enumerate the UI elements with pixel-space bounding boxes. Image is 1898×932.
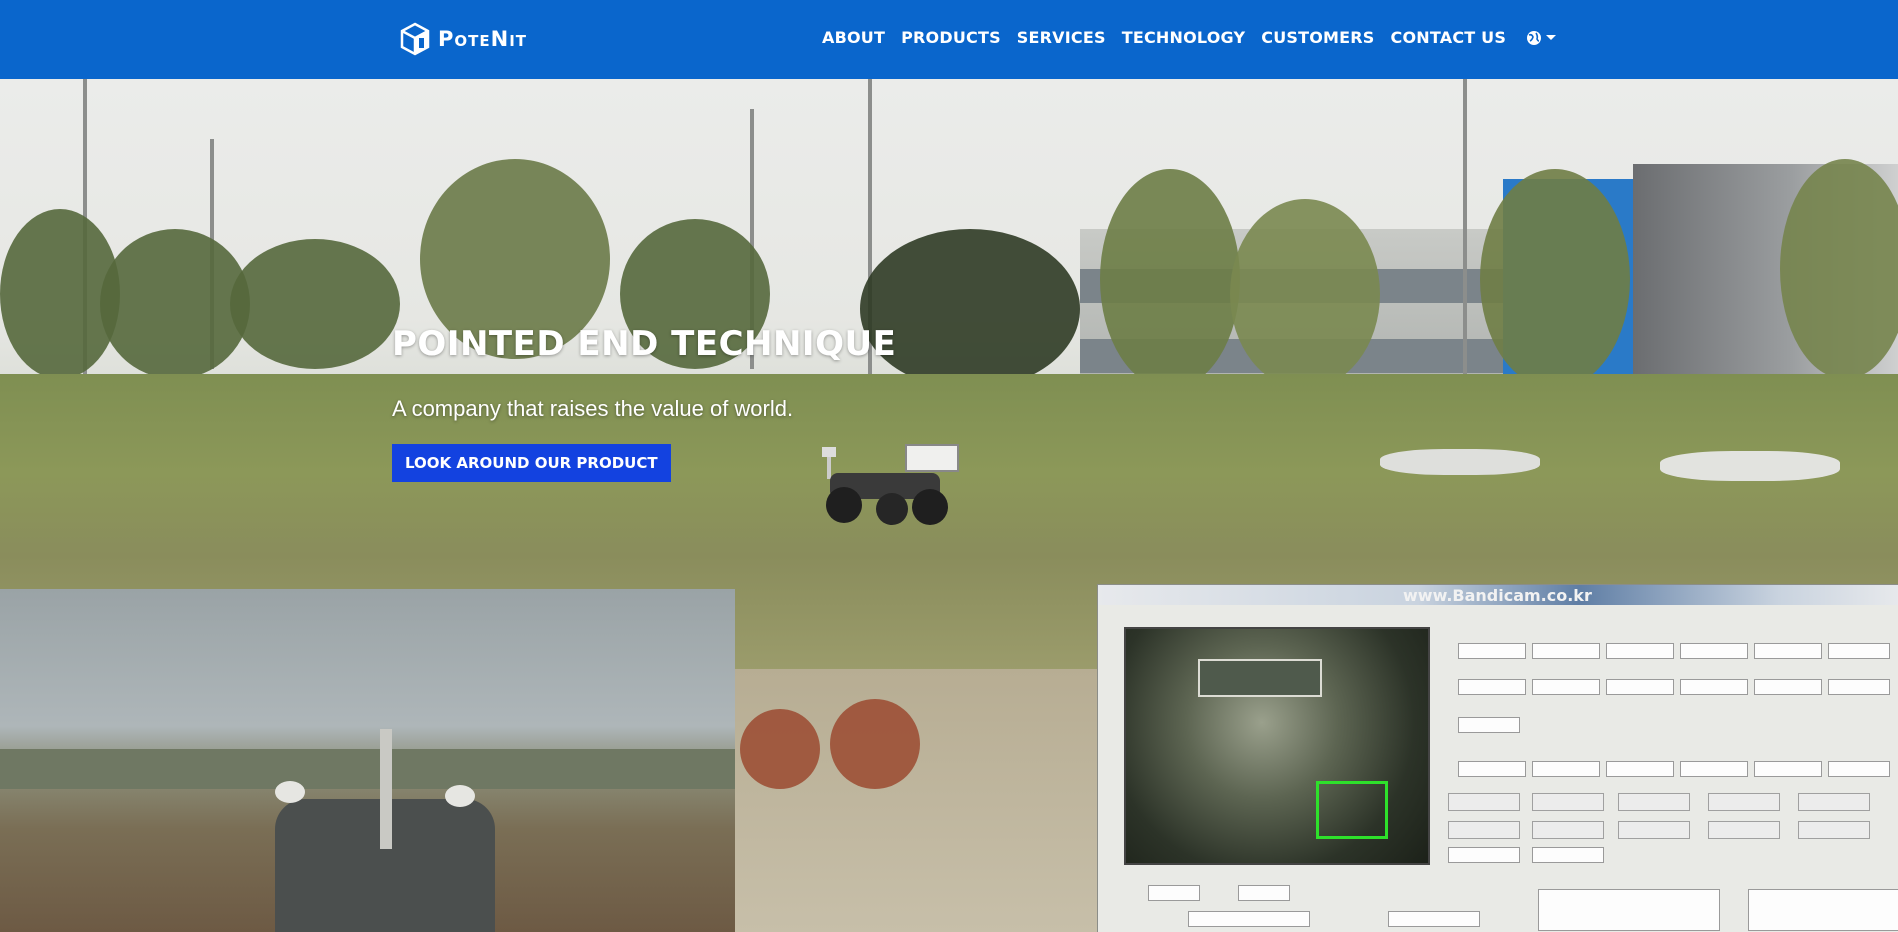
tree bbox=[1480, 169, 1630, 389]
tree bbox=[100, 229, 250, 379]
tree bbox=[1780, 159, 1898, 379]
hero-banner: www.Bandicam.co.kr POINTED END TECHNIQUE… bbox=[0, 79, 1898, 932]
coordinate-panel bbox=[1118, 881, 1480, 931]
tree bbox=[1230, 199, 1380, 389]
atv-mirror bbox=[275, 781, 305, 803]
look-around-product-button[interactable]: LOOK AROUND OUR PRODUCT bbox=[392, 444, 671, 482]
main-nav: ABOUT PRODUCTS SERVICES TECHNOLOGY CUSTO… bbox=[822, 28, 1557, 47]
globe-icon bbox=[1527, 30, 1542, 45]
tree bbox=[230, 239, 400, 369]
debris bbox=[1660, 451, 1840, 481]
hero-caption: POINTED END TECHNIQUE A company that rai… bbox=[392, 324, 896, 482]
control-software-inset: www.Bandicam.co.kr bbox=[1097, 584, 1898, 932]
telemetry-panel bbox=[1438, 621, 1898, 931]
language-dropdown[interactable] bbox=[1526, 30, 1557, 46]
nav-item-technology[interactable]: TECHNOLOGY bbox=[1122, 28, 1246, 47]
nav-item-services[interactable]: SERVICES bbox=[1017, 28, 1106, 47]
nav-item-contact-us[interactable]: CONTACT US bbox=[1391, 28, 1507, 47]
nav-item-products[interactable]: PRODUCTS bbox=[901, 28, 1001, 47]
red-shrub bbox=[740, 709, 820, 789]
onboard-camera-inset bbox=[0, 589, 735, 932]
brand-name: PoteNit bbox=[438, 27, 528, 51]
top-navbar: PoteNit ABOUT PRODUCTS SERVICES TECHNOLO… bbox=[0, 0, 1898, 79]
brand-logo-link[interactable]: PoteNit bbox=[400, 22, 527, 56]
red-shrub bbox=[830, 699, 920, 789]
route-path bbox=[1316, 781, 1388, 839]
recorder-watermark: www.Bandicam.co.kr bbox=[1403, 586, 1592, 605]
nav-item-customers[interactable]: CUSTOMERS bbox=[1261, 28, 1374, 47]
gps-map-view bbox=[1124, 627, 1430, 865]
hero-subtitle: A company that raises the value of world… bbox=[392, 396, 794, 421]
cube-logo-icon bbox=[400, 22, 430, 56]
caret-down-icon bbox=[1546, 35, 1557, 40]
debris bbox=[1380, 449, 1540, 475]
atv-mirror bbox=[445, 785, 475, 807]
hero-title: POINTED END TECHNIQUE bbox=[392, 324, 897, 364]
nav-item-about[interactable]: ABOUT bbox=[822, 28, 885, 47]
street-lamp bbox=[1463, 79, 1467, 399]
tree bbox=[1100, 169, 1240, 389]
